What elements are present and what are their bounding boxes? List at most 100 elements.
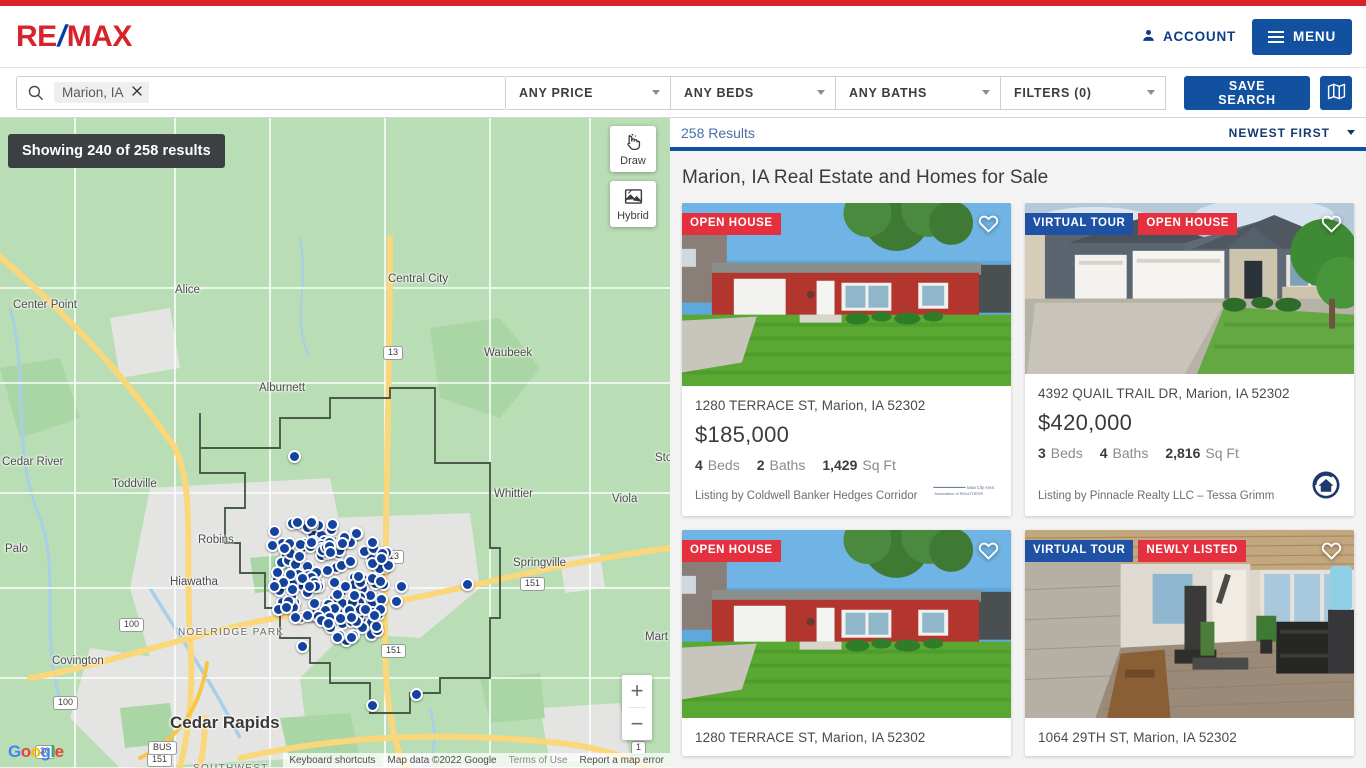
map-place-label: Whittier [494, 488, 533, 500]
listing-price: $185,000 [695, 422, 790, 447]
listing-details: 1280 TERRACE ST, Marion, IA 52302 $185,00… [682, 386, 1011, 516]
results-count: 258 Results [681, 124, 755, 141]
map-place-label: Sto [655, 452, 670, 464]
map-listing-pin[interactable] [323, 545, 337, 559]
listing-card[interactable]: VIRTUAL TOUR NEWLY LISTED 1064 29TH ST, Ma… [1025, 530, 1354, 756]
map-listing-pin[interactable] [330, 630, 344, 644]
map-listing-pin[interactable] [300, 608, 314, 622]
svg-text:Association of REALTORS®: Association of REALTORS® [934, 491, 983, 496]
map-place-label: Alice [175, 284, 200, 296]
map-listing-pin[interactable] [335, 537, 349, 551]
map-listing-pin[interactable] [366, 699, 379, 712]
menu-label: MENU [1293, 29, 1336, 44]
map-listing-pin[interactable] [365, 536, 379, 550]
map-listing-pin[interactable] [374, 551, 388, 565]
listing-photo[interactable]: VIRTUAL TOUR NEWLY LISTED [1025, 530, 1354, 718]
listing-footer: Listing by Pinnacle Realty LLC – Tessa G… [1038, 470, 1341, 505]
search-input[interactable]: Marion, IA [16, 75, 506, 110]
favorite-heart-icon[interactable] [1320, 539, 1343, 567]
baths-label: Baths [769, 457, 806, 473]
site-header: RE / MAX ACCOUNT MENU [0, 6, 1366, 68]
keyboard-shortcuts-link[interactable]: Keyboard shortcuts [283, 753, 381, 768]
sqft-value: 1,429 [822, 457, 858, 473]
map-listing-pin[interactable] [267, 524, 281, 538]
listing-photo[interactable]: VIRTUAL TOUR OPEN HOUSE [1025, 203, 1354, 374]
draw-button[interactable]: Draw [610, 126, 656, 172]
beds-label: Beds [1050, 445, 1083, 461]
hybrid-layer-icon [623, 186, 644, 210]
filter-more[interactable]: FILTERS (0) [1001, 75, 1166, 110]
favorite-heart-icon[interactable] [977, 212, 1000, 240]
listing-address: 4392 QUAIL TRAIL DR, Marion, IA 52302 [1038, 386, 1290, 401]
filter-baths[interactable]: ANY BATHS [836, 75, 1001, 110]
listing-specs: 3 Beds 4 Baths 2,816 Sq Ft [1038, 445, 1341, 461]
listing-photo[interactable]: OPEN HOUSE [682, 530, 1011, 718]
listing-photo[interactable]: OPEN HOUSE [682, 203, 1011, 386]
draw-hand-icon [623, 131, 644, 155]
filter-beds[interactable]: ANY BEDS [671, 75, 836, 110]
map-listing-pin[interactable] [288, 450, 301, 463]
baths-count: 2 [756, 457, 765, 473]
hybrid-button[interactable]: Hybrid [610, 181, 656, 227]
beds-count: 3 [1038, 445, 1046, 461]
listing-card[interactable]: OPEN HOUSE 1280 TERRACE ST, Marion, IA 52… [682, 203, 1011, 516]
map-listing-pin[interactable] [345, 631, 358, 644]
zoom-out-button[interactable]: − [622, 708, 652, 740]
map-listing-pin[interactable] [390, 595, 403, 608]
map-listing-pin[interactable] [296, 640, 309, 653]
map-listing-pin[interactable] [461, 578, 474, 591]
listing-card[interactable]: OPEN HOUSE 1280 TERRACE ST, Marion, IA 52… [682, 530, 1011, 756]
status-badge: OPEN HOUSE [1138, 213, 1238, 235]
menu-button[interactable]: MENU [1252, 18, 1352, 55]
main-content: Showing 240 of 258 results Draw Hybrid +… [0, 118, 1366, 768]
map-place-label: Alburnett [259, 382, 306, 394]
map-listing-pin[interactable] [288, 611, 302, 625]
chevron-down-icon [1347, 130, 1355, 135]
results-pane: 258 Results NEWEST FIRST Marion, IA Real… [670, 118, 1366, 768]
highway-shield: BUS [148, 741, 177, 755]
save-search-button[interactable]: SAVE SEARCH [1184, 75, 1311, 110]
report-map-error-link[interactable]: Report a map error [574, 753, 670, 768]
map-listing-pin[interactable] [410, 688, 423, 701]
favorite-heart-icon[interactable] [977, 539, 1000, 567]
filter-price[interactable]: ANY PRICE [506, 75, 671, 110]
baths-label: Baths [1112, 445, 1149, 461]
account-button[interactable]: ACCOUNT [1141, 28, 1236, 46]
favorite-heart-icon[interactable] [1320, 212, 1343, 240]
map-listing-pin[interactable] [265, 538, 279, 552]
map-listing-pin[interactable] [279, 601, 293, 615]
map-listing-pin[interactable] [267, 580, 281, 594]
map-place-label: Toddville [112, 478, 157, 490]
search-chip[interactable]: Marion, IA [54, 82, 149, 103]
search-chip-label: Marion, IA [62, 85, 124, 100]
remax-logo[interactable]: RE / MAX [16, 19, 133, 53]
sort-label: NEWEST FIRST [1228, 125, 1330, 140]
map-place-label: Springville [513, 557, 567, 569]
close-icon[interactable] [131, 85, 143, 100]
map-place-label: Covington [52, 655, 104, 667]
map-toggle-button[interactable] [1320, 75, 1352, 110]
map-pane[interactable]: Showing 240 of 258 results Draw Hybrid +… [0, 118, 670, 768]
map-listing-pin[interactable] [345, 610, 359, 624]
map-listing-pin[interactable] [291, 515, 305, 529]
chevron-down-icon [652, 90, 660, 95]
map-listing-pin[interactable] [395, 580, 408, 593]
map-listing-pin[interactable] [292, 549, 306, 563]
listing-address: 1064 29TH ST, Marion, IA 52302 [1038, 730, 1237, 745]
listing-details: 1064 29TH ST, Marion, IA 52302 [1025, 718, 1354, 756]
account-label: ACCOUNT [1162, 29, 1237, 44]
status-badge: OPEN HOUSE [682, 540, 781, 562]
map-listing-pin[interactable] [367, 609, 381, 623]
map-controls: Draw Hybrid [610, 126, 656, 227]
map-listing-pin[interactable] [285, 583, 299, 597]
hamburger-icon [1268, 30, 1285, 43]
terms-of-use-link[interactable]: Terms of Use [503, 753, 574, 768]
map-listing-pin[interactable] [347, 589, 361, 603]
sort-dropdown[interactable]: NEWEST FIRST [1229, 126, 1355, 140]
logo-max: MAX [66, 19, 133, 53]
listing-card[interactable]: VIRTUAL TOUR OPEN HOUSE 4392 QUAIL TRAIL D… [1025, 203, 1354, 516]
map-listing-pin[interactable] [302, 579, 316, 593]
map-listing-pin[interactable] [344, 554, 358, 568]
zoom-in-button[interactable]: + [622, 675, 652, 707]
map-listing-pin[interactable] [351, 569, 365, 583]
